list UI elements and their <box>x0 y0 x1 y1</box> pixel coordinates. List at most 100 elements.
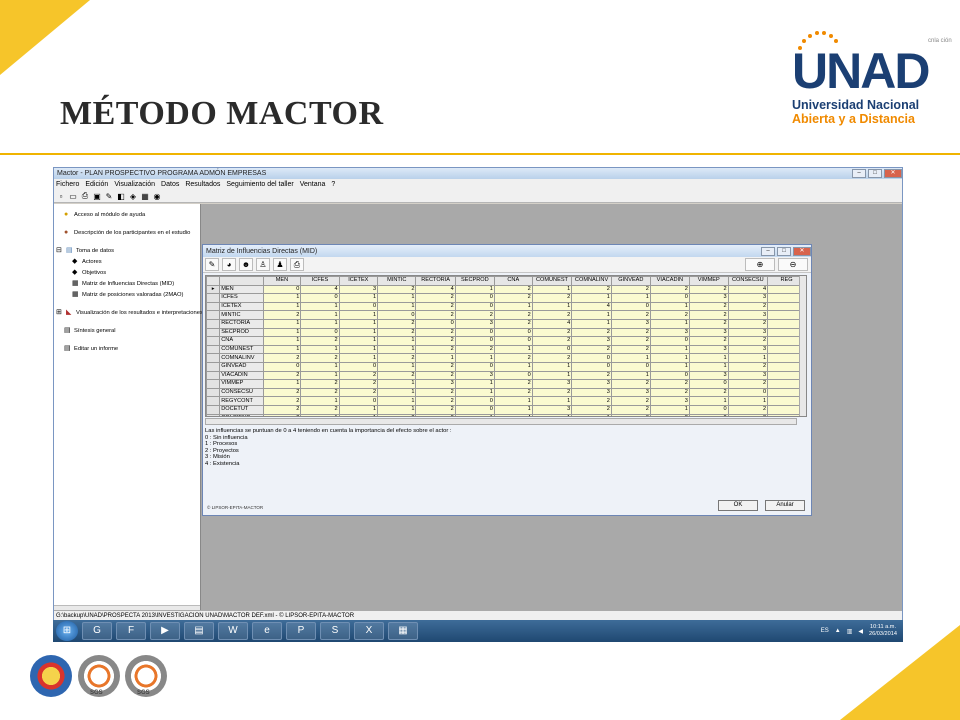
matrix-cell[interactable]: 1 <box>610 353 651 363</box>
minimize-button[interactable]: – <box>852 169 866 178</box>
matrix-cell[interactable]: 1 <box>262 344 302 355</box>
matrix-cell[interactable]: 2 <box>415 336 456 346</box>
matrix-cell[interactable]: 1 <box>454 284 495 295</box>
matrix-cell[interactable]: 1 <box>610 370 651 381</box>
matrix-cell[interactable]: 2 <box>454 344 495 355</box>
tree-item-results[interactable]: ⊞ ◣ Visualización de los resultados e inte… <box>56 308 203 319</box>
matrix-cell[interactable]: 1 <box>338 310 379 320</box>
matrix-cell[interactable]: 1 <box>300 370 340 381</box>
matrix-cell[interactable]: 2 <box>300 353 340 363</box>
cancel-button[interactable]: Anular <box>765 500 805 511</box>
print-icon[interactable]: ⎙ <box>290 258 304 271</box>
menu-item[interactable]: Resultados <box>185 181 220 188</box>
matrix-cell[interactable]: 0 <box>493 327 533 338</box>
matrix-cell[interactable]: 1 <box>377 379 417 389</box>
menu-item[interactable]: Edición <box>85 181 108 188</box>
column-header[interactable]: RECTORIA <box>415 276 456 286</box>
matrix-cell[interactable]: 2 <box>531 327 573 338</box>
matrix-cell[interactable]: 0 <box>610 361 651 372</box>
matrix-cell[interactable]: 1 <box>338 413 379 416</box>
matrix-cell[interactable]: 2 <box>262 370 302 381</box>
matrix-cell[interactable]: 1 <box>300 344 340 355</box>
matrix-cell[interactable]: 1 <box>649 344 690 355</box>
matrix-cell[interactable]: 1 <box>571 310 612 320</box>
matrix-cell[interactable]: 1 <box>262 327 302 338</box>
matrix-cell[interactable]: 1 <box>377 301 417 312</box>
matrix-cell[interactable]: 2 <box>610 336 651 346</box>
row-selector[interactable] <box>206 413 221 416</box>
matrix-cell[interactable]: 1 <box>338 327 379 338</box>
matrix-cell[interactable]: 2 <box>688 301 729 312</box>
matrix-cell[interactable]: 3 <box>727 293 769 303</box>
matrix-cell[interactable]: 1 <box>649 318 690 329</box>
matrix-cell[interactable]: 2 <box>649 413 690 416</box>
matrix-cell[interactable]: 3 <box>649 327 690 338</box>
row-selector[interactable] <box>206 327 221 338</box>
matrix-cell[interactable]: 1 <box>531 396 573 406</box>
matrix-cell[interactable]: 1 <box>493 301 533 312</box>
matrix-cell[interactable]: 1 <box>415 353 456 363</box>
start-button[interactable]: ⊞ <box>56 621 78 641</box>
row-selector[interactable] <box>206 293 221 303</box>
matrix-cell[interactable]: 2 <box>300 336 340 346</box>
column-header[interactable]: ICFES <box>300 276 340 286</box>
matrix-cell[interactable]: 3 <box>610 318 651 329</box>
matrix-cell[interactable]: 1 <box>649 404 690 415</box>
language-indicator[interactable]: ES <box>821 628 829 634</box>
matrix-cell[interactable]: 1 <box>571 318 612 329</box>
matrix-cell[interactable]: 2 <box>531 336 573 346</box>
matrix-cell[interactable]: 2 <box>610 396 651 406</box>
matrix-cell[interactable]: 3 <box>531 379 573 389</box>
taskbar-app-icon[interactable]: P <box>286 622 316 640</box>
matrix-cell[interactable]: 1 <box>688 361 729 372</box>
column-header[interactable]: CNA <box>493 276 533 286</box>
matrix-cell[interactable]: 2 <box>727 318 769 329</box>
volume-icon[interactable]: ◀ <box>858 628 863 635</box>
row-selector[interactable] <box>206 396 221 406</box>
matrix-cell[interactable]: 1 <box>531 301 573 312</box>
column-header[interactable]: MINTIC <box>377 276 417 286</box>
matrix-cell[interactable]: 3 <box>727 344 769 355</box>
matrix-cell[interactable]: 3 <box>688 370 729 381</box>
matrix-cell[interactable]: 2 <box>415 361 456 372</box>
matrix-cell[interactable]: 1 <box>531 413 573 416</box>
matrix-cell[interactable]: 2 <box>688 336 729 346</box>
matrix-cell[interactable]: 2 <box>493 318 533 329</box>
matrix-cell[interactable]: 1 <box>493 396 533 406</box>
matrix-cell[interactable]: 2 <box>262 387 302 398</box>
matrix-cell[interactable]: 0 <box>610 301 651 312</box>
edit-icon[interactable]: ✎ <box>205 258 219 271</box>
matrix-cell[interactable]: 2 <box>493 284 533 295</box>
matrix-cell[interactable]: 3 <box>454 370 495 381</box>
matrix-cell[interactable]: 0 <box>262 361 302 372</box>
matrix-cell[interactable]: 1 <box>377 387 417 398</box>
row-selector[interactable] <box>206 336 221 346</box>
matrix-cell[interactable]: 2 <box>338 370 379 381</box>
matrix-cell[interactable]: 1 <box>454 353 495 363</box>
matrix-cell[interactable]: 2 <box>377 353 417 363</box>
matrix-cell[interactable]: 0 <box>493 336 533 346</box>
taskbar-app-icon[interactable]: F <box>116 622 146 640</box>
matrix-cell[interactable]: 2 <box>571 344 612 355</box>
tree-item-participants[interactable]: ● Descripción de los participantes en el … <box>56 228 198 239</box>
column-header[interactable]: SECPROD <box>454 276 495 286</box>
matrix-cell[interactable]: 2 <box>727 301 769 312</box>
matrix-cell[interactable]: 1 <box>338 318 379 329</box>
matrix-cell[interactable]: 4 <box>531 318 573 329</box>
matrix-cell[interactable]: 1 <box>338 344 379 355</box>
matrix-cell[interactable]: 0 <box>571 361 612 372</box>
matrix-cell[interactable]: 2 <box>415 396 456 406</box>
matrix-cell[interactable]: 1 <box>262 336 302 346</box>
matrix-cell[interactable]: 2 <box>610 404 651 415</box>
matrix-cell[interactable]: 2 <box>454 310 495 320</box>
matrix-cell[interactable]: 0 <box>454 336 495 346</box>
matrix-cell[interactable]: 0 <box>262 284 302 295</box>
column-header[interactable]: GINVEAD <box>610 276 651 286</box>
network-icon[interactable]: ▥ <box>847 628 853 635</box>
menu-item[interactable]: Datos <box>161 181 179 188</box>
row-selector[interactable] <box>206 361 221 372</box>
tree-item-help[interactable]: ● Acceso al módulo de ayuda <box>56 210 198 221</box>
matrix-cell[interactable]: 3 <box>610 413 651 416</box>
matrix-cell[interactable]: 2 <box>377 370 417 381</box>
matrix-cell[interactable]: 2 <box>300 387 340 398</box>
